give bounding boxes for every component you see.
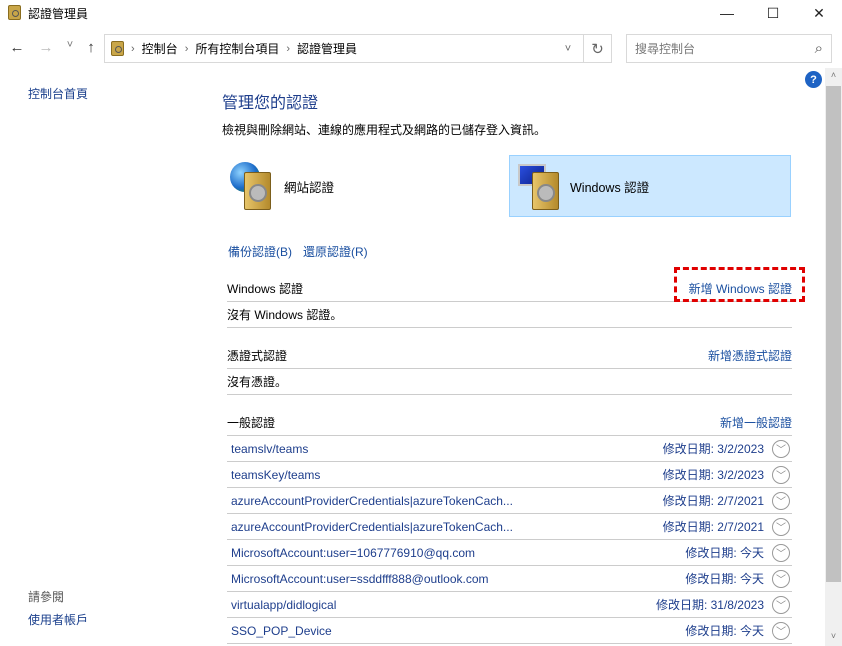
credential-name: MicrosoftAccount:user=1067776910@qq.com bbox=[231, 545, 475, 560]
credential-name: MicrosoftAccount:user=ssddfff888@outlook… bbox=[231, 571, 489, 586]
modified-date: 修改日期: 今天 bbox=[685, 546, 764, 560]
expand-chevron-icon[interactable]: ﹀ bbox=[772, 543, 790, 562]
expand-chevron-icon[interactable]: ﹀ bbox=[772, 621, 790, 640]
credential-row[interactable]: teamsKey/teams 修改日期: 3/2/2023 ﹀ bbox=[227, 462, 792, 488]
back-button[interactable]: ← bbox=[8, 39, 26, 56]
expand-chevron-icon[interactable]: ﹀ bbox=[772, 595, 790, 614]
certificate-credentials-section: 憑證式認證 新增憑證式認證 沒有憑證。 bbox=[227, 343, 792, 395]
minimize-button[interactable]: — bbox=[704, 0, 750, 26]
credential-row[interactable]: azureAccountProviderCredentials|azureTok… bbox=[227, 488, 792, 514]
search-placeholder: 搜尋控制台 bbox=[635, 42, 696, 56]
separator-icon: › bbox=[286, 42, 291, 55]
web-credentials-icon bbox=[228, 156, 288, 216]
close-button[interactable]: ✕ bbox=[796, 0, 842, 26]
maximize-button[interactable]: ☐ bbox=[750, 0, 796, 26]
credential-row[interactable]: SSO_POP_Device 修改日期: 今天 ﹀ bbox=[227, 618, 792, 644]
credential-name: virtualapp/didlogical bbox=[231, 597, 337, 612]
scroll-up-icon[interactable]: ˄ bbox=[826, 70, 841, 80]
breadcrumb-all-items[interactable]: 所有控制台項目 bbox=[195, 40, 279, 57]
credential-row[interactable]: virtualapp/didlogical 修改日期: 31/8/2023 ﹀ bbox=[227, 592, 792, 618]
windows-credentials-icon bbox=[516, 156, 576, 216]
empty-message: 沒有 Windows 認證。 bbox=[227, 302, 792, 328]
breadcrumb-control-panel[interactable]: 控制台 bbox=[142, 40, 178, 57]
address-bar[interactable]: › 控制台 › 所有控制台項目 › 認證管理員 ˅ ↻ bbox=[104, 34, 612, 63]
credential-manager-icon bbox=[111, 41, 124, 56]
modified-date: 修改日期: 今天 bbox=[685, 624, 764, 638]
expand-chevron-icon[interactable]: ﹀ bbox=[772, 439, 790, 458]
credential-row[interactable]: MicrosoftAccount:user=ssddfff888@outlook… bbox=[227, 566, 792, 592]
credential-name: azureAccountProviderCredentials|azureTok… bbox=[231, 493, 513, 508]
expand-chevron-icon[interactable]: ﹀ bbox=[772, 491, 790, 510]
scrollbar-thumb[interactable] bbox=[826, 86, 841, 582]
empty-message: 沒有憑證。 bbox=[227, 369, 792, 395]
search-input[interactable]: 搜尋控制台 ⌕ bbox=[626, 34, 832, 63]
backup-credentials-link[interactable]: 備份認證(B) bbox=[228, 243, 292, 260]
address-dropdown-button[interactable]: ˅ bbox=[553, 43, 583, 55]
add-certificate-credential-link[interactable]: 新增憑證式認證 bbox=[708, 347, 792, 364]
refresh-button[interactable]: ↻ bbox=[583, 35, 611, 62]
recent-locations-button[interactable]: ˅ bbox=[61, 39, 79, 51]
generic-credentials-section: 一般認證 新增一般認證 teamslv/teams 修改日期: 3/2/2023 ﹀ t… bbox=[227, 410, 792, 644]
up-button[interactable]: ↑ bbox=[82, 39, 100, 56]
section-title: 憑證式認證 bbox=[227, 349, 288, 363]
forward-button[interactable]: → bbox=[37, 39, 55, 56]
web-credentials-label: 網站認證 bbox=[284, 180, 335, 195]
credential-name: teamsKey/teams bbox=[231, 467, 321, 482]
credential-row[interactable]: teamslv/teams 修改日期: 3/2/2023 ﹀ bbox=[227, 436, 792, 462]
help-icon[interactable]: ? bbox=[805, 71, 822, 88]
separator-icon: › bbox=[184, 42, 189, 55]
restore-credentials-link[interactable]: 還原認證(R) bbox=[303, 243, 368, 260]
modified-date: 修改日期: 2/7/2021 bbox=[662, 494, 764, 508]
separator-icon: › bbox=[131, 42, 135, 55]
windows-credentials-tile[interactable]: Windows 認證 bbox=[509, 155, 791, 217]
see-also-heading: 請參閱 bbox=[28, 590, 65, 604]
credential-manager-icon bbox=[8, 5, 21, 20]
highlight-box bbox=[674, 267, 805, 302]
credential-row[interactable]: MicrosoftAccount:user=1067776910@qq.com 修… bbox=[227, 540, 792, 566]
sidebar-control-panel-home[interactable]: 控制台首頁 bbox=[28, 85, 88, 102]
modified-date: 修改日期: 3/2/2023 bbox=[662, 442, 764, 456]
modified-date: 修改日期: 2/7/2021 bbox=[662, 520, 764, 534]
page-description: 檢視與刪除網站、連線的應用程式及網路的已儲存登入資訊。 bbox=[222, 123, 547, 137]
credential-name: teamslv/teams bbox=[231, 441, 309, 456]
window-title: 認證管理員 bbox=[28, 7, 89, 21]
breadcrumb-credential-manager[interactable]: 認證管理員 bbox=[297, 40, 357, 57]
credential-name: SSO_POP_Device bbox=[231, 623, 332, 638]
credential-row[interactable]: azureAccountProviderCredentials|azureTok… bbox=[227, 514, 792, 540]
navigation-bar: ← → ˅ ↑ › 控制台 › 所有控制台項目 › 認證管理員 ˅ ↻ 搜尋控制… bbox=[0, 34, 842, 64]
modified-date: 修改日期: 31/8/2023 bbox=[655, 598, 764, 612]
web-credentials-tile[interactable]: 網站認證 bbox=[228, 155, 498, 217]
windows-credentials-label: Windows 認證 bbox=[570, 180, 650, 195]
title-bar: 認證管理員 — ☐ ✕ bbox=[0, 0, 842, 26]
section-title: 一般認證 bbox=[227, 416, 276, 430]
expand-chevron-icon[interactable]: ﹀ bbox=[772, 569, 790, 588]
expand-chevron-icon[interactable]: ﹀ bbox=[772, 465, 790, 484]
modified-date: 修改日期: 3/2/2023 bbox=[662, 468, 764, 482]
credential-name: azureAccountProviderCredentials|azureTok… bbox=[231, 519, 513, 534]
scroll-down-icon[interactable]: ˅ bbox=[826, 631, 841, 641]
modified-date: 修改日期: 今天 bbox=[685, 572, 764, 586]
add-generic-credential-link[interactable]: 新增一般認證 bbox=[720, 414, 792, 431]
section-title: Windows 認證 bbox=[227, 282, 304, 296]
sidebar-user-accounts[interactable]: 使用者帳戶 bbox=[28, 611, 88, 628]
page-title: 管理您的認證 bbox=[222, 95, 319, 112]
expand-chevron-icon[interactable]: ﹀ bbox=[772, 517, 790, 536]
search-icon[interactable]: ⌕ bbox=[815, 40, 823, 57]
